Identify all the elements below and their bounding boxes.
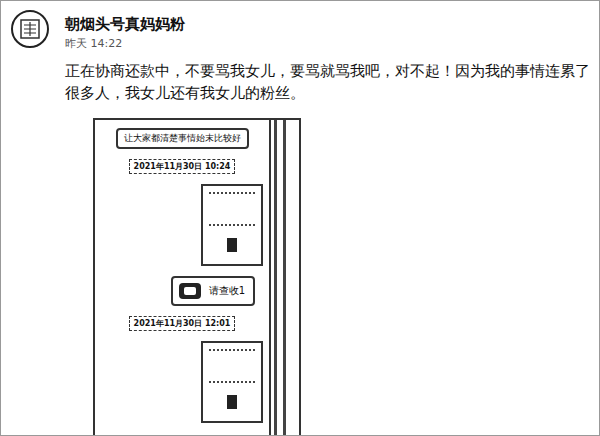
file-icon	[177, 281, 203, 301]
post-content: 朝烟头号真妈妈粉昨天 14:22 正在协商还款中，不要骂我女儿，要骂就骂我吧，对不…	[65, 8, 599, 436]
text-message: 请查收1	[101, 276, 263, 306]
text-bubble: 请查收1	[171, 276, 255, 306]
attached-screenshot[interactable]: 让大家都清楚事情始末比较好 2021年11月30日 10:24 请查收1 2021年1…	[93, 118, 301, 436]
avatar-icon[interactable]	[9, 8, 51, 50]
chat-timestamp: 2021年11月30日 10:24	[129, 159, 236, 174]
image-message	[101, 341, 263, 423]
weibo-post: 朝烟头号真妈妈粉昨天 14:22 正在协商还款中，不要骂我女儿，要骂就骂我吧，对不…	[0, 0, 600, 436]
image-bubble[interactable]	[201, 341, 263, 423]
chat-area: 让大家都清楚事情始末比较好 2021年11月30日 10:24 请查收1 2021年1…	[95, 120, 269, 436]
chat-timestamp: 2021年11月30日 12:01	[129, 316, 236, 331]
image-bubble[interactable]	[201, 184, 263, 266]
image-message	[101, 184, 263, 266]
phone-edge	[269, 120, 299, 436]
post-time: 昨天 14:22	[65, 36, 597, 52]
post-text: 正在协商还款中，不要骂我女儿，要骂就骂我吧，对不起！因为我的事情连累了很多人，我…	[65, 60, 595, 104]
author-name[interactable]: 朝烟头号真妈妈粉	[65, 14, 597, 34]
post-header: 朝烟头号真妈妈粉昨天 14:22 正在协商还款中，不要骂我女儿，要骂就骂我吧，对不…	[1, 1, 599, 436]
notice-bubble: 让大家都清楚事情始末比较好	[116, 128, 249, 149]
